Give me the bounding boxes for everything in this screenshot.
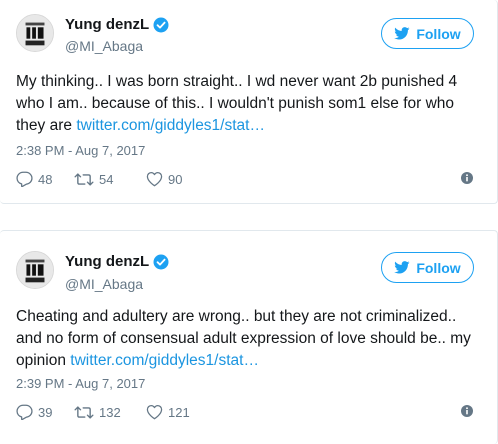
card-separator: [0, 204, 498, 230]
tweet-card: Yung denzL @MI_Abaga Follow My thinking.…: [0, 0, 498, 204]
avatar[interactable]: [16, 251, 54, 289]
display-name[interactable]: Yung denzL: [65, 16, 149, 33]
avatar-icon: [17, 15, 53, 51]
info-icon[interactable]: [461, 172, 473, 184]
verified-badge-icon: [153, 17, 169, 32]
reply-count: 39: [38, 404, 53, 420]
reply-icon: [16, 171, 33, 187]
like-button[interactable]: 121: [146, 404, 206, 420]
tweet-text: Cheating and adultery are wrong.. but th…: [16, 306, 483, 372]
retweet-button[interactable]: 54: [74, 172, 146, 187]
info-icon[interactable]: [461, 405, 473, 417]
follow-label: Follow: [416, 25, 461, 42]
reply-count: 48: [38, 171, 53, 187]
reply-icon: [16, 404, 33, 420]
follow-label: Follow: [416, 259, 461, 276]
author-handle[interactable]: @MI_Abaga: [65, 276, 143, 292]
like-button[interactable]: 90: [146, 171, 206, 187]
follow-button[interactable]: Follow: [381, 252, 474, 283]
avatar[interactable]: [16, 14, 54, 52]
like-count: 121: [168, 404, 190, 420]
author-handle[interactable]: @MI_Abaga: [65, 38, 143, 54]
verified-badge-icon: [153, 254, 169, 269]
retweet-count: 54: [99, 171, 114, 187]
tweet-actions: 39 132 121: [16, 404, 206, 420]
follow-button[interactable]: Follow: [381, 18, 474, 49]
avatar-icon: [17, 252, 53, 288]
like-count: 90: [168, 171, 183, 187]
reply-button[interactable]: 39: [16, 404, 74, 420]
retweet-button[interactable]: 132: [74, 405, 146, 420]
author-name[interactable]: Yung denzL: [65, 253, 169, 270]
retweet-icon: [74, 405, 94, 419]
tweet-actions: 48 54 90: [16, 171, 206, 187]
tweet-link[interactable]: twitter.com/giddyles1/stat…: [76, 117, 265, 134]
twitter-bird-icon: [394, 261, 410, 274]
tweet-timestamp[interactable]: 2:39 PM - Aug 7, 2017: [16, 376, 145, 391]
tweet-text: My thinking.. I was born straight.. I wd…: [16, 71, 483, 137]
tweet-card: Yung denzL @MI_Abaga Follow Cheating and…: [0, 230, 498, 444]
heart-icon: [146, 171, 163, 187]
reply-button[interactable]: 48: [16, 171, 74, 187]
tweet-timestamp[interactable]: 2:38 PM - Aug 7, 2017: [16, 143, 145, 158]
retweet-count: 132: [99, 404, 121, 420]
author-name[interactable]: Yung denzL: [65, 16, 169, 33]
twitter-bird-icon: [394, 27, 410, 40]
heart-icon: [146, 404, 163, 420]
display-name[interactable]: Yung denzL: [65, 253, 149, 270]
tweet-link[interactable]: twitter.com/giddyles1/stat…: [70, 352, 259, 369]
retweet-icon: [74, 172, 94, 186]
